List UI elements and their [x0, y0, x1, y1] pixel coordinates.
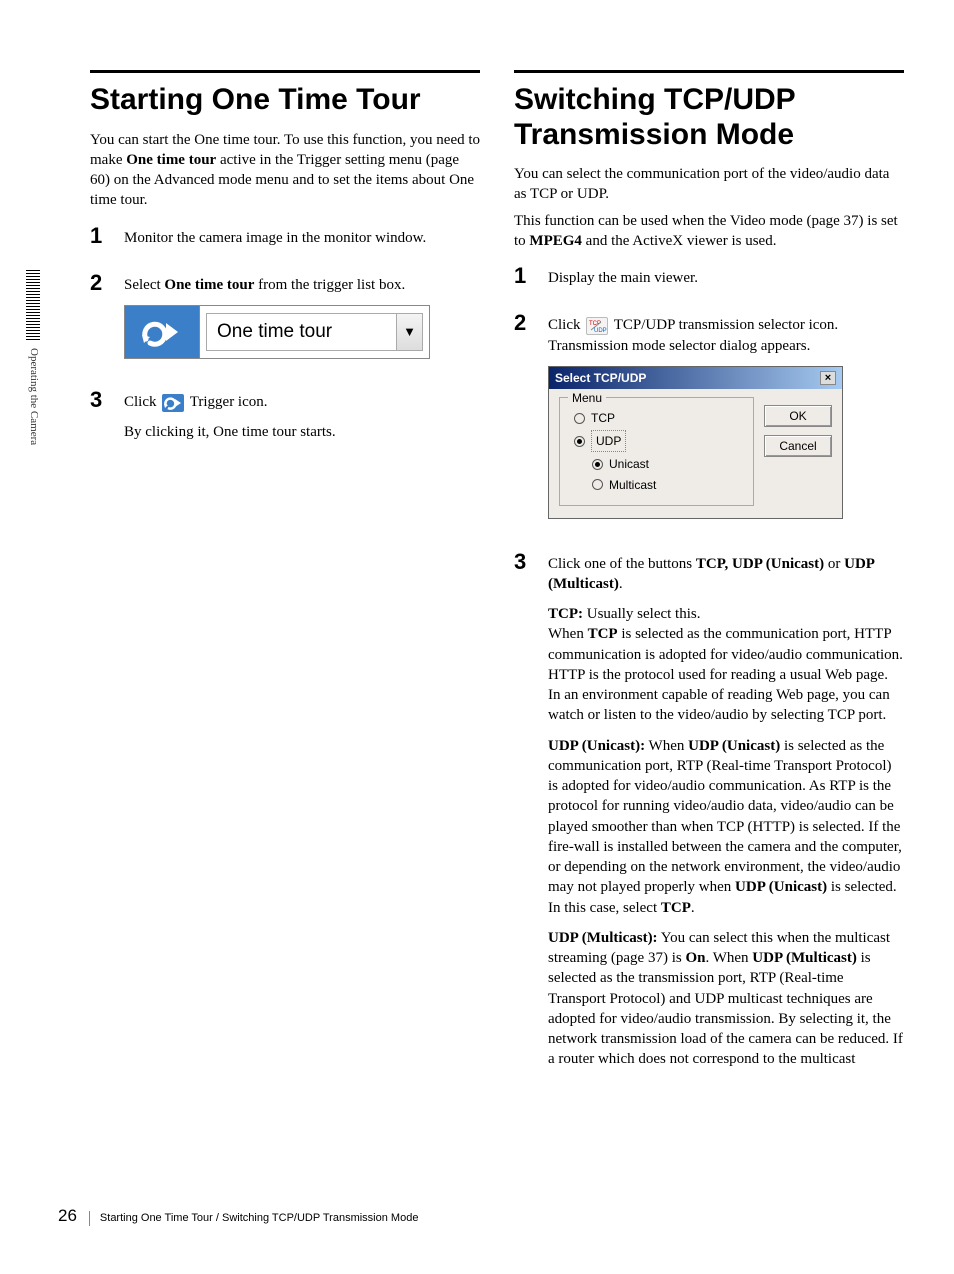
udp-multicast-paragraph: UDP (Multicast): You can select this whe…: [548, 928, 904, 1070]
side-tab-label: Operating the Camera: [26, 348, 41, 445]
text-bold: TCP: [661, 900, 691, 916]
para-label: UDP (Unicast):: [548, 738, 645, 754]
text-bold: UDP (Unicast): [735, 879, 827, 895]
text: is selected as the communication port, R…: [548, 738, 902, 896]
left-column: Starting One Time Tour You can start the…: [90, 70, 480, 1094]
right-intro-1: You can select the communication port of…: [514, 164, 904, 205]
text: When: [645, 738, 688, 754]
text: .: [691, 900, 695, 916]
rule: [514, 70, 904, 73]
step-text: Click Trigger icon.: [124, 392, 480, 412]
text: is selected as the transmission port, RT…: [548, 950, 903, 1067]
trigger-icon[interactable]: [125, 306, 199, 358]
radio-icon: [574, 436, 585, 447]
radio-label: TCP: [591, 410, 615, 426]
rule: [90, 70, 480, 73]
text: Click: [548, 317, 584, 333]
step-text: By clicking it, One time tour starts.: [124, 422, 480, 442]
text-bold: UDP (Multicast): [752, 950, 857, 966]
text: Select: [124, 277, 164, 293]
left-step-1: 1 Monitor the camera image in the monito…: [90, 225, 480, 258]
text: When: [548, 626, 588, 642]
tcp-udp-selector-icon: TCP UDP: [586, 317, 608, 335]
step-text: Select One time tour from the trigger li…: [124, 275, 480, 295]
select-tcpudp-dialog: Select TCP/UDP × Menu TCP UD: [548, 366, 843, 519]
footer-text: Starting One Time Tour / Switching TCP/U…: [89, 1211, 419, 1226]
radio-icon: [574, 413, 585, 424]
right-heading: Switching TCP/UDP Transmission Mode: [514, 83, 904, 152]
right-step-2: 2 Click TCP UDP TCP/UDP transmission sel…: [514, 312, 904, 536]
text: and the ActiveX viewer is used.: [582, 233, 777, 249]
radio-icon: [592, 459, 603, 470]
trigger-dropdown[interactable]: One time tour ▼: [199, 306, 429, 358]
left-intro: You can start the One time tour. To use …: [90, 130, 480, 211]
right-step-1: 1 Display the main viewer.: [514, 265, 904, 298]
text-bold: On: [685, 950, 705, 966]
dialog-titlebar: Select TCP/UDP ×: [549, 367, 842, 389]
text-bold: One time tour: [126, 152, 216, 168]
text-bold: MPEG4: [529, 233, 582, 249]
side-tab: Operating the Camera: [26, 270, 41, 445]
step-number: 1: [90, 225, 110, 258]
right-column: Switching TCP/UDP Transmission Mode You …: [514, 70, 904, 1094]
text: In an environment capable of reading Web…: [548, 687, 890, 723]
step-number: 2: [514, 312, 534, 536]
radio-label: UDP: [591, 430, 626, 452]
step-number: 3: [90, 389, 110, 453]
text: .: [619, 576, 623, 592]
text-bold: One time tour: [164, 277, 254, 293]
radio-label: Multicast: [609, 477, 656, 493]
close-icon[interactable]: ×: [820, 371, 836, 385]
para-label: TCP:: [548, 606, 583, 622]
radio-udp[interactable]: UDP: [574, 430, 743, 452]
text-bold: TCP: [588, 626, 618, 642]
left-heading: Starting One Time Tour: [90, 83, 480, 118]
text: Click one of the buttons: [548, 556, 696, 572]
step-number: 2: [90, 272, 110, 375]
step-number: 1: [514, 265, 534, 298]
svg-text:UDP: UDP: [594, 328, 607, 334]
radio-icon: [592, 479, 603, 490]
left-step-2: 2 Select One time tour from the trigger …: [90, 272, 480, 375]
dialog-title-text: Select TCP/UDP: [555, 370, 646, 386]
step-number: 3: [514, 551, 534, 1080]
radio-unicast[interactable]: Unicast: [592, 456, 743, 472]
text: Click: [124, 394, 160, 410]
step-text: Click one of the buttons TCP, UDP (Unica…: [548, 554, 904, 595]
one-time-tour-figure: One time tour ▼: [124, 305, 430, 359]
udp-unicast-paragraph: UDP (Unicast): When UDP (Unicast) is sel…: [548, 736, 904, 918]
menu-fieldset: Menu TCP UDP: [559, 397, 754, 506]
left-step-3: 3 Click Trigger icon. By clicking it, On…: [90, 389, 480, 453]
ok-button[interactable]: OK: [764, 405, 832, 427]
step-text: Display the main viewer.: [548, 268, 904, 288]
radio-label: Unicast: [609, 456, 649, 472]
radio-multicast[interactable]: Multicast: [592, 477, 743, 493]
text: Trigger icon.: [190, 394, 268, 410]
text: from the trigger list box.: [254, 277, 405, 293]
step-text: Click TCP UDP TCP/UDP transmission selec…: [548, 315, 904, 356]
radio-tcp[interactable]: TCP: [574, 410, 743, 426]
page-footer: 26 Starting One Time Tour / Switching TC…: [58, 1205, 418, 1228]
chevron-down-icon[interactable]: ▼: [397, 313, 423, 351]
step-text: Monitor the camera image in the monitor …: [124, 228, 480, 248]
text: HTTP is the protocol used for reading a …: [548, 667, 888, 683]
page-number: 26: [58, 1205, 77, 1228]
text: . When: [705, 950, 752, 966]
barcode-graphic: [26, 270, 40, 340]
text-bold: UDP (Unicast): [688, 738, 780, 754]
text: Usually select this.: [583, 606, 700, 622]
tcp-paragraph: TCP: Usually select this. When TCP is se…: [548, 604, 904, 726]
text: or: [824, 556, 844, 572]
text-bold: TCP, UDP (Unicast): [696, 556, 824, 572]
para-label: UDP (Multicast):: [548, 930, 658, 946]
right-step-3: 3 Click one of the buttons TCP, UDP (Uni…: [514, 551, 904, 1080]
dropdown-value: One time tour: [206, 313, 397, 351]
fieldset-legend: Menu: [568, 390, 606, 406]
trigger-icon: [162, 394, 184, 412]
cancel-button[interactable]: Cancel: [764, 435, 832, 457]
right-intro-2: This function can be used when the Video…: [514, 211, 904, 252]
